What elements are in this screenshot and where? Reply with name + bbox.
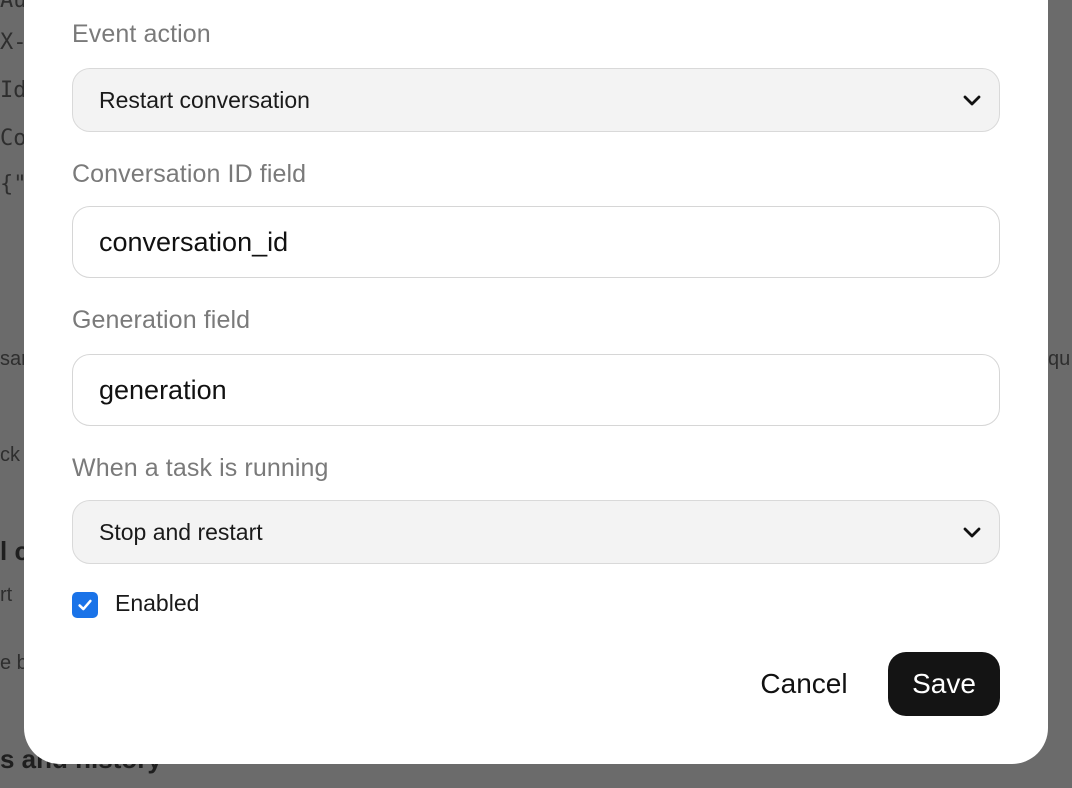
- bg-code-line: Id: [0, 78, 27, 103]
- task-running-selected-value: Stop and restart: [99, 518, 263, 545]
- bg-code-line: Co: [0, 126, 27, 151]
- bg-text-fragment: ck: [0, 444, 20, 466]
- enabled-checkbox[interactable]: [72, 592, 98, 618]
- bg-text-fragment: qu: [1048, 348, 1071, 370]
- event-action-selected-value: Restart conversation: [99, 86, 310, 113]
- conversation-id-value: conversation_id: [99, 226, 289, 257]
- event-action-select[interactable]: Restart conversation: [72, 68, 1000, 132]
- event-settings-modal: Event action Restart conversation Conver…: [24, 0, 1048, 764]
- conversation-id-label: Conversation ID field: [72, 160, 307, 188]
- chevron-down-icon: [963, 95, 981, 106]
- cancel-button[interactable]: Cancel: [742, 652, 866, 716]
- chevron-down-icon: [963, 527, 981, 538]
- checkmark-icon: [78, 599, 92, 611]
- bg-code-line: Au: [0, 0, 27, 13]
- save-button[interactable]: Save: [888, 652, 1000, 716]
- generation-field-input[interactable]: generation: [72, 354, 1000, 426]
- bg-text-fragment: rt: [0, 584, 13, 606]
- generation-field-label: Generation field: [72, 306, 251, 334]
- task-running-select[interactable]: Stop and restart: [72, 500, 1000, 564]
- conversation-id-input[interactable]: conversation_id: [72, 206, 1000, 278]
- bg-code-line: X-: [0, 30, 27, 55]
- task-running-label: When a task is running: [72, 454, 329, 482]
- event-action-label: Event action: [72, 20, 211, 48]
- generation-field-value: generation: [99, 374, 227, 405]
- enabled-label[interactable]: Enabled: [115, 590, 199, 617]
- bg-code-line: {": [0, 172, 27, 197]
